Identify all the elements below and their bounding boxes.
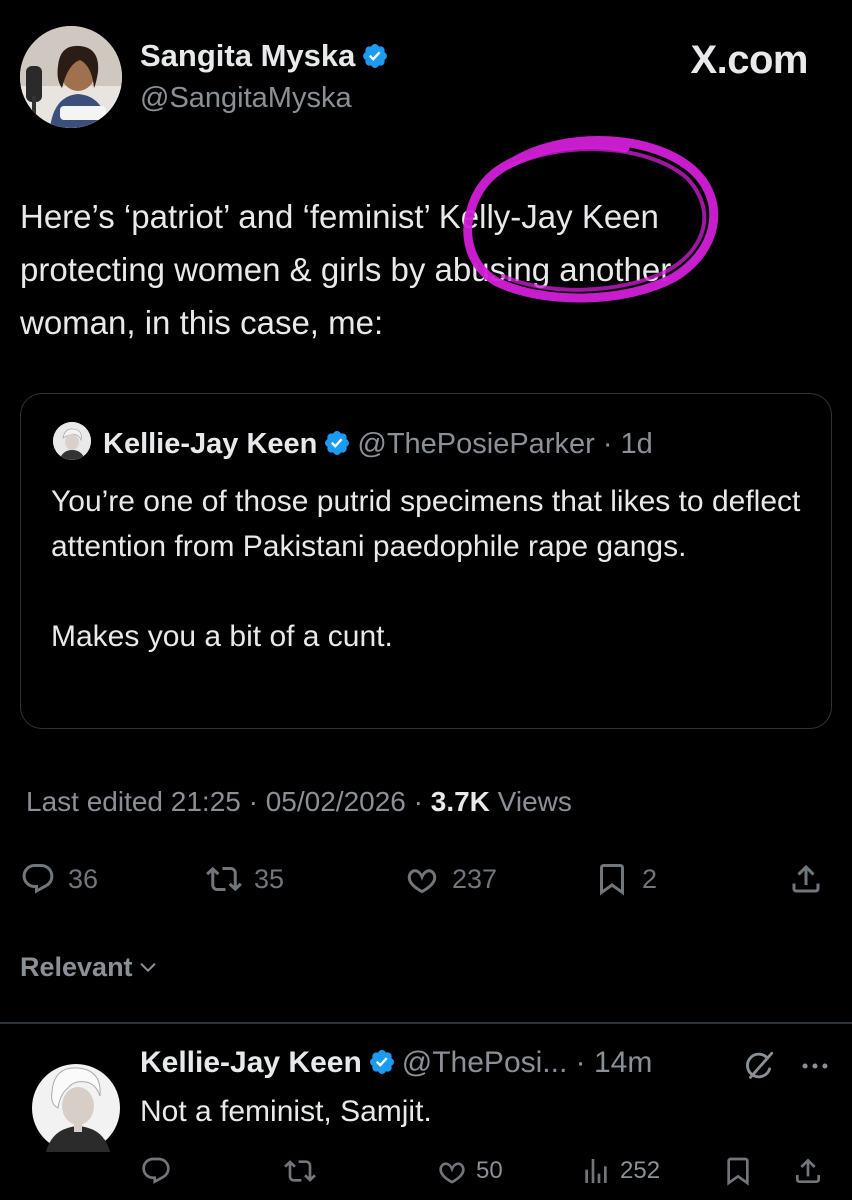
reply-like-button[interactable]: 50: [436, 1150, 503, 1192]
reply-views-count: 252: [620, 1157, 661, 1184]
reply-icon: [142, 1157, 170, 1184]
bookmark-count: 2: [642, 863, 658, 894]
repost-count: 35: [254, 863, 285, 894]
reply-header: Kellie-Jay Keen @ThePosi... · 14m: [140, 1046, 652, 1080]
reply-sort-label: Relevant: [20, 952, 133, 982]
reply-action-bar: 50 252: [140, 1150, 832, 1190]
brand-watermark: X.com: [690, 38, 808, 82]
reply-sort-dropdown[interactable]: Relevant: [20, 952, 159, 983]
reply-author-avatar[interactable]: [18, 1048, 122, 1152]
author-handle[interactable]: @SangitaMyska: [140, 82, 352, 115]
reply-top-icons: [742, 1046, 832, 1086]
author-header: Sangita Myska @SangitaMyska X.com: [20, 26, 832, 136]
reply-repost-button[interactable]: [284, 1150, 316, 1192]
quote-paragraph: You’re one of those putrid specimens tha…: [51, 485, 801, 563]
repost-icon: [206, 866, 242, 892]
share-button[interactable]: [788, 858, 824, 900]
reply-bookmark-button[interactable]: [722, 1150, 754, 1192]
tweet-meta: Last edited 21:25 · 05/02/2026 · 3.7K Vi…: [26, 786, 572, 818]
reply-like-count: 50: [476, 1157, 503, 1184]
heart-icon: [407, 869, 437, 894]
quoted-tweet-card[interactable]: Kellie-Jay Keen @ThePosieParker · 1d You’…: [20, 393, 832, 729]
tweet-line: woman, in this case, me:: [20, 304, 384, 341]
chevron-down-icon: [140, 963, 155, 972]
edited-timestamp[interactable]: Last edited 21:25 · 05/02/2026: [26, 786, 406, 817]
reply-share-button[interactable]: [792, 1150, 824, 1192]
tweet-line: Here’s ‘patriot’ and ‘feminist’ Kelly-Ja…: [20, 198, 659, 235]
quote-handle-time[interactable]: @ThePosieParker · 1d: [357, 428, 652, 460]
reply-handle-time[interactable]: @ThePosi... · 14m: [402, 1046, 653, 1079]
tweet-action-bar: 36 35 237 2: [20, 858, 832, 900]
reply-author-name[interactable]: Kellie-Jay Keen: [140, 1046, 362, 1079]
reply-icon: [22, 864, 54, 894]
quote-author-name[interactable]: Kellie-Jay Keen: [103, 428, 317, 460]
reply-count: 36: [68, 863, 99, 894]
like-count: 237: [452, 863, 498, 894]
bookmark-button[interactable]: 2: [594, 858, 657, 900]
reply-button[interactable]: 36: [20, 858, 98, 900]
more-options-icon[interactable]: [798, 1049, 832, 1083]
reply-reply-button[interactable]: [140, 1150, 172, 1192]
quote-body: You’re one of those putrid specimens tha…: [51, 479, 811, 659]
author-name-text[interactable]: Sangita Myska: [140, 38, 355, 73]
like-button[interactable]: 237: [404, 858, 497, 900]
verified-badge-icon: [363, 44, 388, 68]
share-icon: [796, 1158, 820, 1183]
bookmark-icon: [727, 1157, 749, 1186]
views-count: 3.7K: [430, 786, 490, 817]
author-display-name[interactable]: Sangita Myska: [140, 38, 389, 74]
analytics-icon: [585, 1159, 607, 1183]
author-avatar[interactable]: [20, 26, 122, 128]
bookmark-icon: [600, 864, 624, 896]
reply-text: Not a feminist, Samjit.: [140, 1095, 432, 1128]
views-label: Views: [489, 786, 572, 817]
grok-icon[interactable]: [742, 1049, 776, 1083]
tweet-text: Here’s ‘patriot’ and ‘feminist’ Kelly-Ja…: [20, 190, 832, 349]
verified-badge-icon: [325, 431, 350, 455]
repost-icon: [284, 1160, 316, 1182]
reply-views-button[interactable]: 252: [580, 1150, 660, 1192]
repost-button[interactable]: 35: [206, 858, 284, 900]
tweet-line: protecting women & girls by abusing anot…: [20, 251, 672, 288]
share-icon: [792, 864, 820, 893]
quote-paragraph: Makes you a bit of a cunt.: [51, 620, 393, 653]
heart-icon: [439, 1162, 465, 1184]
quote-author-avatar[interactable]: [53, 422, 91, 460]
verified-badge-icon: [369, 1050, 394, 1074]
divider: [0, 1022, 852, 1024]
meta-separator: ·: [405, 786, 431, 817]
quote-header: Kellie-Jay Keen @ThePosieParker · 1d: [103, 428, 653, 461]
